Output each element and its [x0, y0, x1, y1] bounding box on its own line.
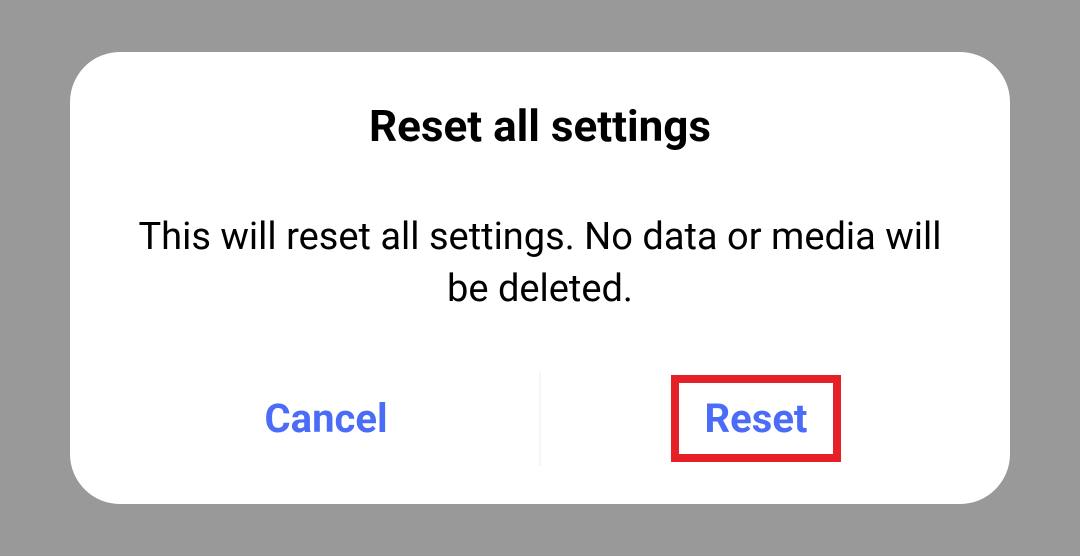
reset-button-highlight: Reset	[671, 375, 842, 462]
button-divider	[540, 371, 541, 466]
dialog-title: Reset all settings	[369, 100, 711, 152]
reset-button[interactable]: Reset	[679, 383, 834, 454]
dialog-message: This will reset all settings. No data or…	[110, 212, 970, 315]
dialog-button-row: Cancel Reset	[110, 375, 970, 462]
cancel-button[interactable]: Cancel	[239, 383, 414, 454]
reset-settings-dialog: Reset all settings This will reset all s…	[70, 52, 1010, 504]
